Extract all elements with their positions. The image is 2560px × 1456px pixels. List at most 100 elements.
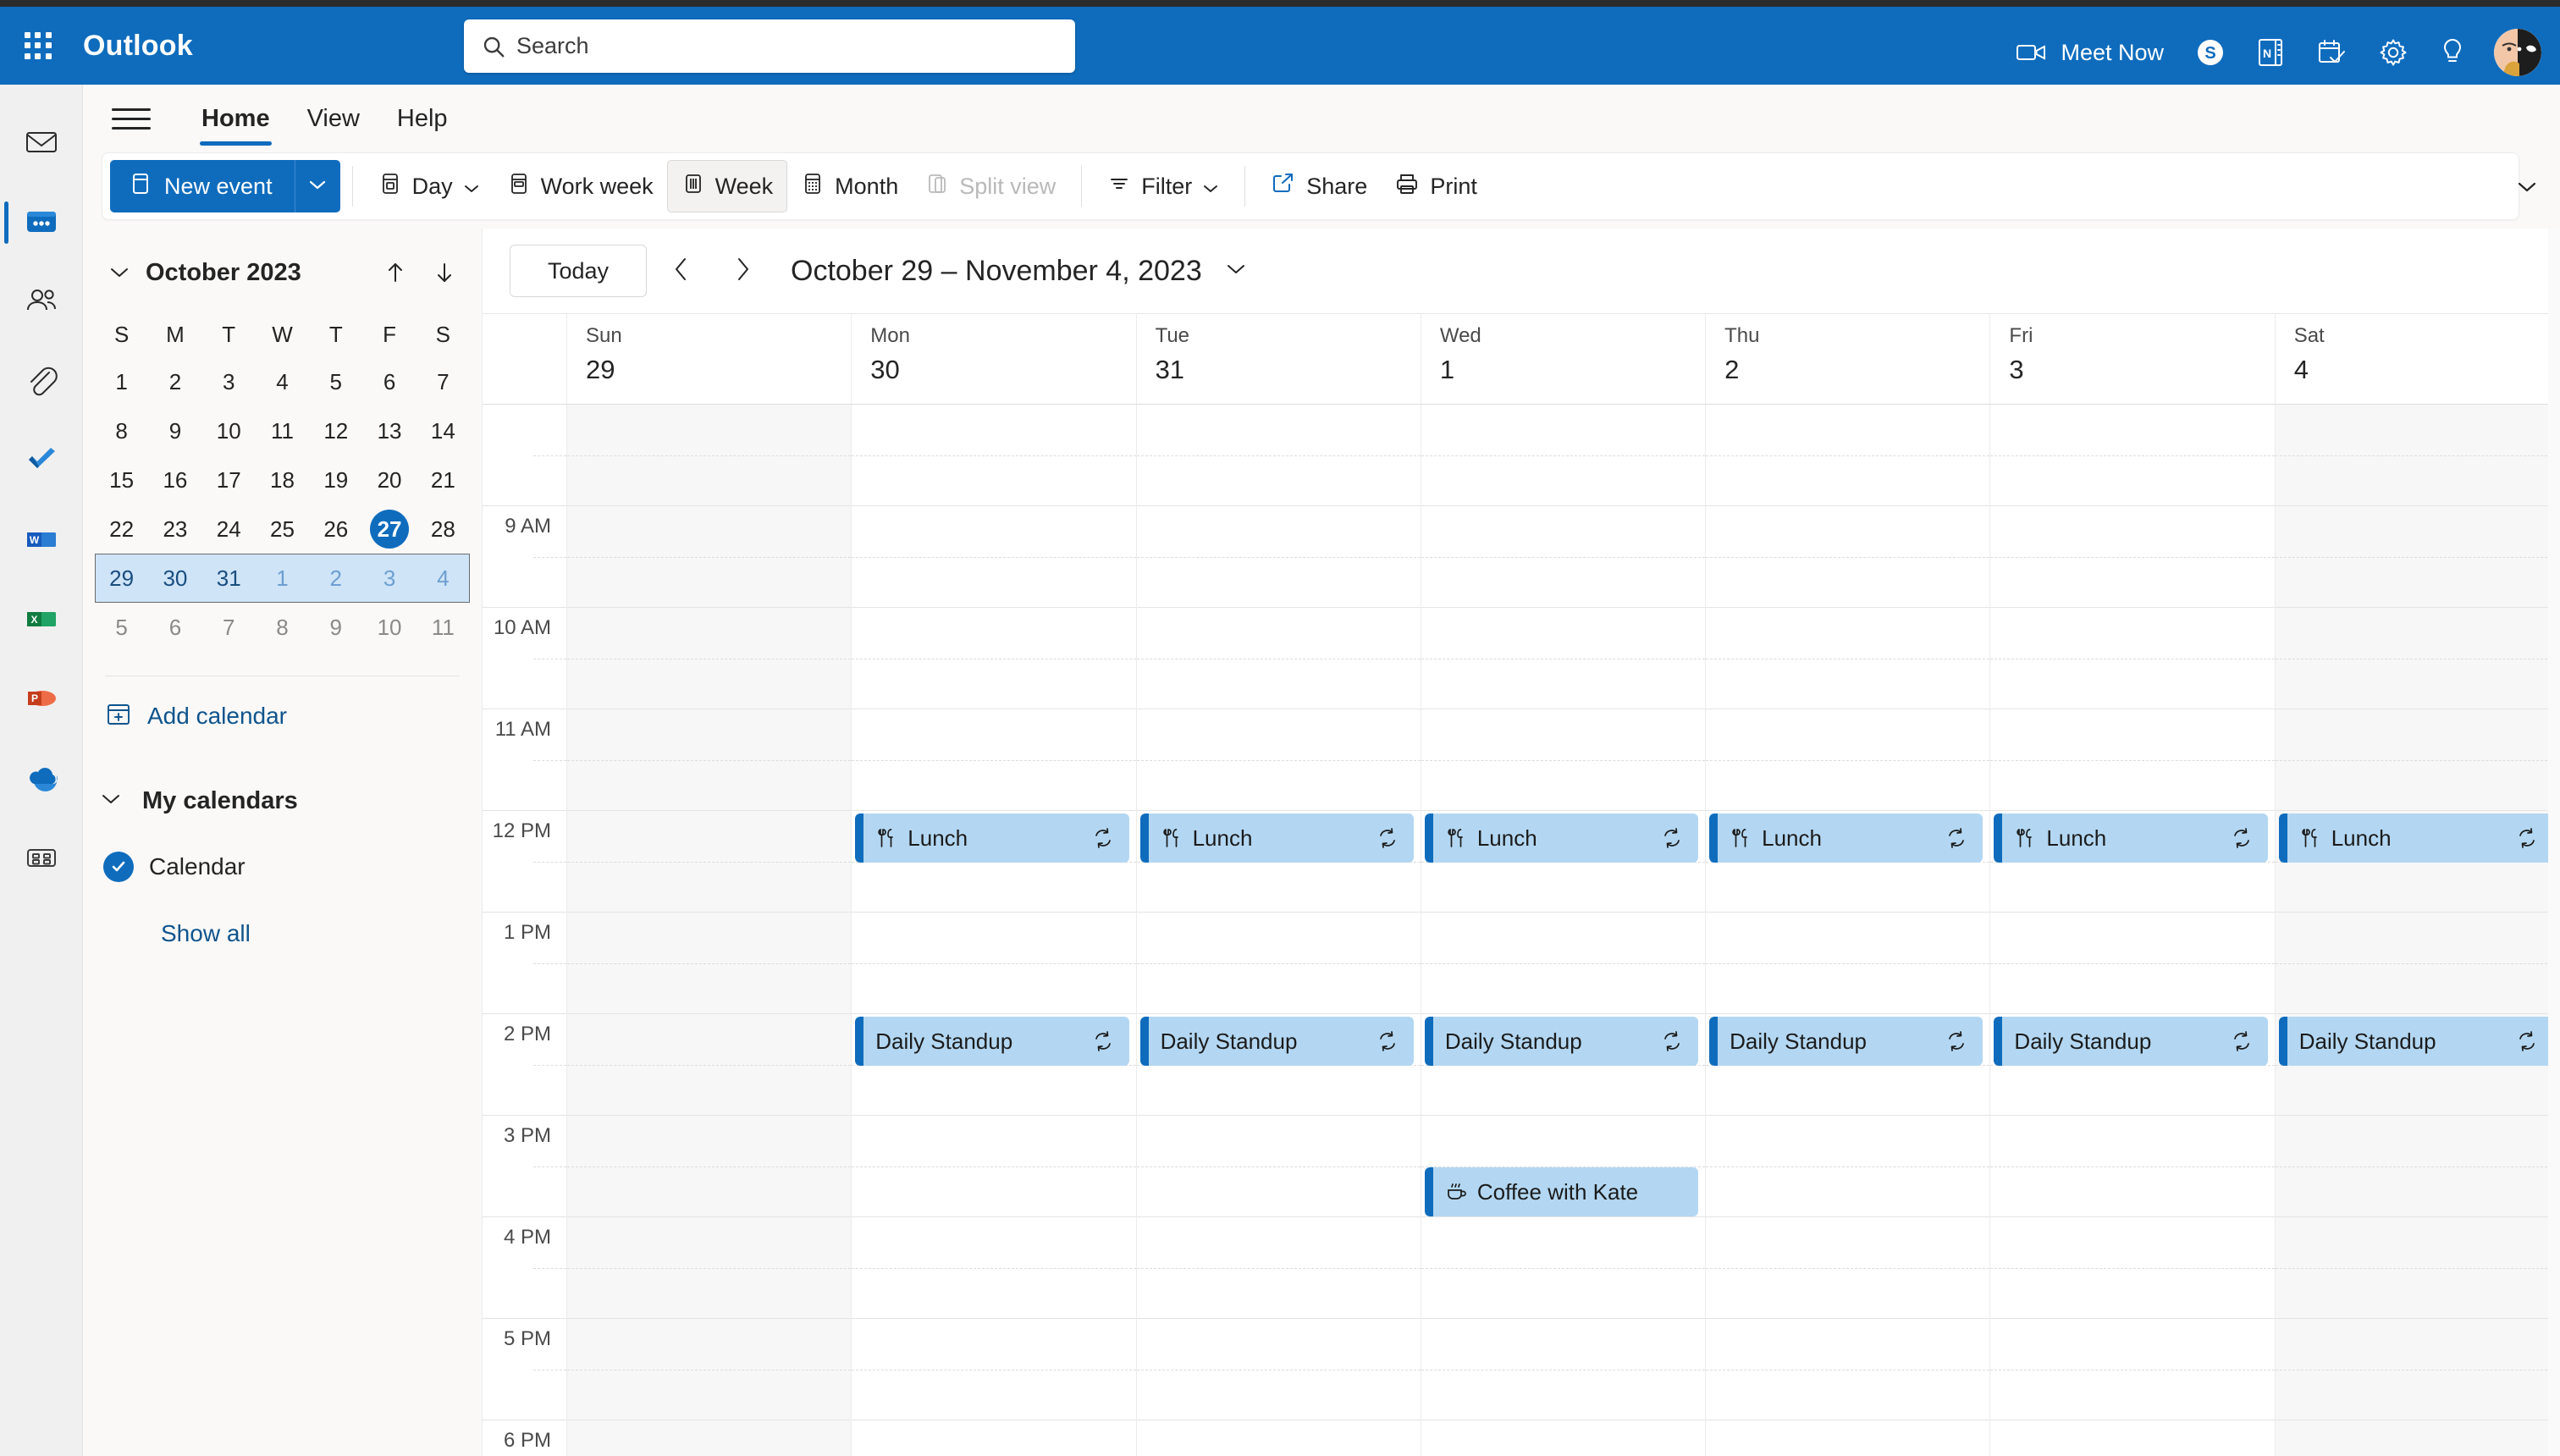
time-slot[interactable] xyxy=(852,405,1136,506)
time-slot[interactable] xyxy=(1136,913,1421,1014)
time-slot[interactable] xyxy=(2275,709,2560,811)
mini-calendar-day[interactable]: 10 xyxy=(362,603,416,652)
time-slot[interactable] xyxy=(1990,1217,2275,1319)
mini-calendar-day[interactable]: 17 xyxy=(202,455,256,505)
view-week-button[interactable]: Week xyxy=(666,160,788,212)
time-slot[interactable] xyxy=(1136,1319,1421,1420)
time-slot[interactable] xyxy=(567,1420,851,1456)
calendar-event[interactable]: Daily Standup xyxy=(855,1017,1129,1066)
time-slot[interactable] xyxy=(567,405,852,506)
mini-calendar-day[interactable]: 11 xyxy=(256,406,309,455)
time-slot[interactable] xyxy=(1421,709,1706,811)
date-range-dropdown-button[interactable] xyxy=(1214,249,1258,293)
time-slot[interactable] xyxy=(1421,1217,1706,1319)
mini-calendar-day[interactable]: 11 xyxy=(417,603,470,652)
time-slot[interactable] xyxy=(1706,506,1990,608)
mini-calendar-day[interactable]: 27 xyxy=(362,505,416,554)
print-button[interactable]: Print xyxy=(1381,160,1491,212)
mini-calendar-day[interactable]: 7 xyxy=(202,603,256,652)
time-slot[interactable] xyxy=(1706,1217,1990,1319)
time-slot[interactable] xyxy=(852,913,1136,1014)
mini-calendar-day[interactable]: 3 xyxy=(202,357,256,406)
meet-now-button[interactable]: Meet Now xyxy=(2001,14,2179,91)
time-slot[interactable] xyxy=(2275,1116,2560,1217)
avatar[interactable] xyxy=(2494,29,2541,76)
time-slot[interactable] xyxy=(567,1217,852,1319)
menu-icon[interactable] xyxy=(112,99,151,138)
my-day-button[interactable] xyxy=(2301,14,2362,91)
time-slot[interactable] xyxy=(567,1116,852,1217)
mini-calendar-day[interactable]: 15 xyxy=(95,455,148,505)
mini-calendar-day[interactable]: 4 xyxy=(256,357,309,406)
tab-home[interactable]: Home xyxy=(183,85,289,152)
day-header-wed[interactable]: Wed 1 xyxy=(1421,314,1707,404)
calendar-event[interactable]: Daily Standup xyxy=(1424,1017,1699,1066)
time-slot[interactable] xyxy=(1421,1420,1705,1456)
nav-rail-item-onedrive[interactable] xyxy=(0,740,83,819)
mini-calendar-day[interactable]: 5 xyxy=(95,603,148,652)
mini-calendar-day[interactable]: 23 xyxy=(148,505,201,554)
checkmark-circle-icon[interactable] xyxy=(103,852,134,882)
calendar-event[interactable]: Daily Standup xyxy=(1139,1017,1414,1066)
mini-calendar-day[interactable]: 4 xyxy=(417,554,470,603)
mini-calendar-week-row[interactable]: 8 9 10 11 12 13 14 xyxy=(95,406,470,455)
search-box[interactable]: Search xyxy=(464,19,1075,73)
time-slot[interactable] xyxy=(852,1319,1136,1420)
time-slot[interactable] xyxy=(2275,1319,2560,1420)
day-header-tue[interactable]: Tue 31 xyxy=(1137,314,1421,404)
time-slot[interactable] xyxy=(2275,506,2560,608)
time-slot[interactable] xyxy=(1136,1116,1421,1217)
time-slot[interactable] xyxy=(567,1014,852,1116)
onenote-button[interactable]: N xyxy=(2242,14,2301,91)
time-slot[interactable] xyxy=(2275,405,2560,506)
time-slot[interactable] xyxy=(1421,1319,1706,1420)
calendar-event[interactable]: Coffee with Kate xyxy=(1424,1167,1699,1216)
time-slot[interactable] xyxy=(1706,1116,1990,1217)
calendar-event[interactable]: Lunch xyxy=(1139,813,1414,863)
time-slot[interactable] xyxy=(1706,1319,1990,1420)
mini-calendar-day[interactable]: 19 xyxy=(309,455,362,505)
new-event-dropdown-button[interactable] xyxy=(294,160,340,212)
time-slot[interactable] xyxy=(567,1319,852,1420)
day-header-mon[interactable]: Mon 30 xyxy=(852,314,1137,404)
time-slot[interactable] xyxy=(567,608,852,709)
calendar-event[interactable]: Daily Standup xyxy=(1994,1017,2268,1066)
mini-calendar-day[interactable]: 9 xyxy=(148,406,201,455)
time-slot[interactable] xyxy=(1990,913,2275,1014)
view-work-week-button[interactable]: Work week xyxy=(494,160,667,212)
calendar-event[interactable]: Lunch xyxy=(1709,813,1983,863)
time-slot[interactable] xyxy=(1706,913,1990,1014)
time-slot[interactable] xyxy=(1990,608,2275,709)
mini-calendar-day[interactable]: 14 xyxy=(417,406,470,455)
nav-rail-item-to-do[interactable] xyxy=(0,422,83,501)
chevron-down-icon[interactable] xyxy=(463,174,480,200)
time-slot[interactable] xyxy=(1990,709,2275,811)
time-slot[interactable] xyxy=(1421,608,1706,709)
share-button[interactable]: Share xyxy=(1257,160,1381,212)
time-slot[interactable] xyxy=(1421,913,1706,1014)
time-slot[interactable] xyxy=(852,709,1136,811)
time-slot[interactable] xyxy=(1136,405,1421,506)
time-slot[interactable] xyxy=(1706,709,1990,811)
show-all-button[interactable]: Show all xyxy=(83,920,482,947)
skype-button[interactable]: S xyxy=(2179,14,2242,91)
mini-calendar-week-row[interactable]: 1234567 xyxy=(95,357,470,406)
mini-calendar-day[interactable]: 5 xyxy=(309,357,362,406)
chevron-down-icon[interactable] xyxy=(1202,174,1219,200)
day-column-sun[interactable] xyxy=(567,405,852,1456)
time-slot[interactable] xyxy=(1706,405,1990,506)
nav-rail-item-files[interactable] xyxy=(0,342,83,422)
time-slot[interactable] xyxy=(852,1116,1136,1217)
nav-rail-item-powerpoint[interactable]: P xyxy=(0,660,83,740)
mini-calendar-prev-arrow-up-icon[interactable] xyxy=(377,254,414,291)
mini-calendar-title[interactable]: October 2023 xyxy=(146,259,301,287)
mini-calendar-week-row[interactable]: 15 16 17 18 19 20 21 xyxy=(95,455,470,505)
nav-rail-item-mail[interactable] xyxy=(0,103,83,183)
help-button[interactable] xyxy=(2425,14,2480,91)
mini-calendar-day[interactable]: 18 xyxy=(256,455,309,505)
time-slot[interactable] xyxy=(1136,608,1421,709)
time-slot[interactable] xyxy=(1990,1420,2274,1456)
day-header-sat[interactable]: Sat 4 xyxy=(2276,314,2560,404)
ribbon-expand-button[interactable] xyxy=(2506,168,2548,210)
mini-calendar-day[interactable]: 20 xyxy=(362,455,416,505)
